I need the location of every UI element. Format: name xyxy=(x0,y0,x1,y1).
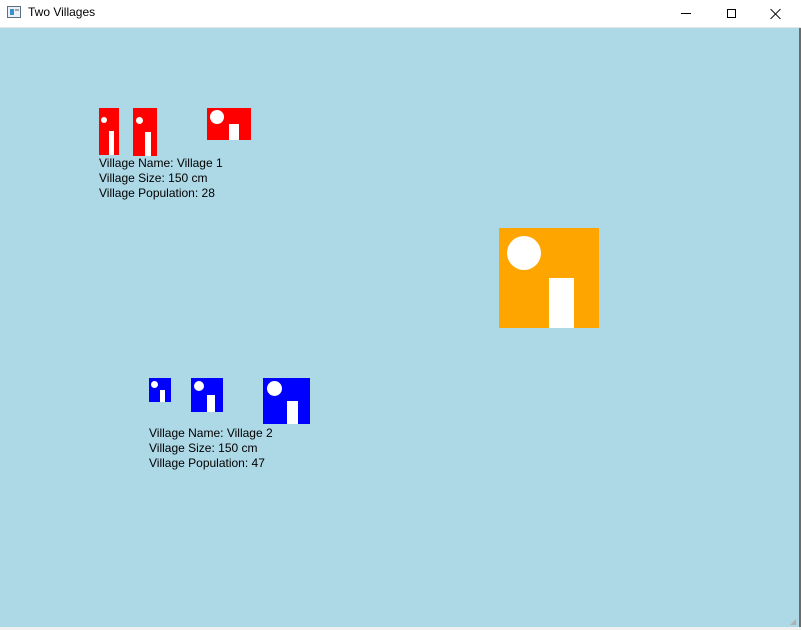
village-2-name: Village Name: Village 2 xyxy=(149,426,273,440)
house-window xyxy=(507,236,541,270)
minimize-button[interactable] xyxy=(663,0,709,27)
house-door xyxy=(549,278,574,328)
house-door xyxy=(145,132,151,156)
house-door xyxy=(109,131,114,155)
house-door xyxy=(207,395,215,412)
minimize-icon xyxy=(681,13,691,14)
house-door xyxy=(229,124,239,140)
village-1-size: Village Size: 150 cm xyxy=(99,171,208,185)
village-1-house-3 xyxy=(207,108,251,140)
drawing-canvas xyxy=(0,28,799,627)
title-bar: Two Villages xyxy=(0,0,801,28)
house-window xyxy=(194,381,204,391)
village-1-house-1 xyxy=(99,108,119,155)
house-door xyxy=(160,390,165,402)
window-title: Two Villages xyxy=(28,5,96,19)
orange-house xyxy=(499,228,599,328)
house-window xyxy=(210,110,224,124)
village-1-name: Village Name: Village 1 xyxy=(99,156,223,170)
maximize-icon xyxy=(726,9,736,18)
village-1-population: Village Population: 28 xyxy=(99,186,215,200)
village-2-size: Village Size: 150 cm xyxy=(149,441,258,455)
house-door xyxy=(287,401,298,424)
village-2-house-2 xyxy=(191,378,223,412)
house-window xyxy=(267,381,282,396)
resize-grip-icon[interactable]: ◢ xyxy=(790,618,798,626)
village-2-house-1 xyxy=(149,378,171,402)
maximize-button[interactable] xyxy=(708,0,754,27)
house-window xyxy=(136,117,143,124)
village-2-house-3 xyxy=(263,378,310,424)
village-1-house-2 xyxy=(133,108,157,156)
close-button[interactable] xyxy=(753,0,799,27)
house-window xyxy=(101,117,107,123)
house-window xyxy=(151,381,158,388)
village-2-population: Village Population: 47 xyxy=(149,456,265,470)
app-window-icon[interactable] xyxy=(7,6,21,18)
close-icon xyxy=(770,8,782,20)
